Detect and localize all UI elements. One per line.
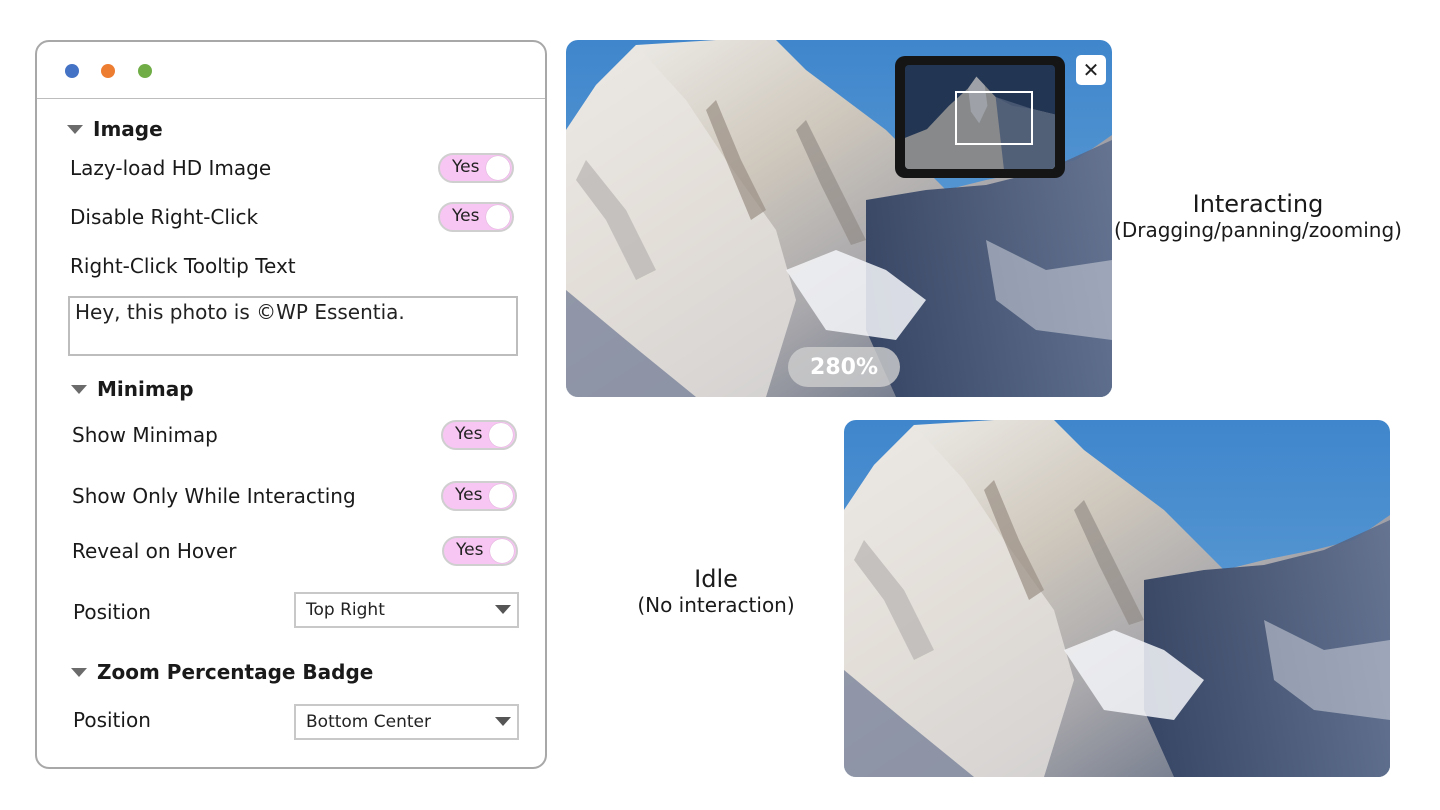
toggle-value: Yes	[455, 485, 483, 505]
window-dot-orange[interactable]	[101, 64, 115, 78]
zoom-badge-position-select[interactable]: Bottom Center	[294, 704, 519, 740]
disable-right-click-toggle[interactable]: Yes	[438, 202, 514, 232]
caption-idle-title: Idle	[694, 565, 738, 593]
toggle-knob	[489, 484, 513, 508]
toggle-value: Yes	[456, 540, 484, 560]
minimap-position-value: Top Right	[306, 600, 385, 620]
caption-interacting: Interacting (Dragging/panning/zooming)	[1110, 190, 1406, 242]
collapse-triangle-icon[interactable]	[71, 384, 87, 394]
show-only-while-interacting-label: Show Only While Interacting	[72, 484, 356, 508]
toggle-knob	[489, 423, 513, 447]
zoom-percentage-badge: 280%	[788, 347, 900, 387]
minimap[interactable]	[895, 56, 1065, 178]
mountain-photo	[844, 420, 1390, 777]
toggle-value: Yes	[452, 157, 480, 177]
show-only-while-interacting-toggle[interactable]: Yes	[441, 481, 517, 511]
caption-idle: Idle (No interaction)	[616, 565, 816, 617]
tooltip-text-label: Right-Click Tooltip Text	[70, 254, 296, 278]
minimap-viewport-rect[interactable]	[955, 91, 1033, 145]
toggle-knob	[490, 539, 514, 563]
zoom-badge-position-value: Bottom Center	[306, 712, 431, 732]
close-icon[interactable]: ✕	[1076, 55, 1106, 85]
toggle-knob	[486, 156, 510, 180]
disable-right-click-label: Disable Right-Click	[70, 205, 259, 229]
section-image-title: Image	[93, 117, 163, 141]
chevron-down-icon	[495, 605, 511, 614]
show-minimap-toggle[interactable]: Yes	[441, 420, 517, 450]
preview-idle-image[interactable]	[844, 420, 1390, 777]
minimap-position-select[interactable]: Top Right	[294, 592, 519, 628]
section-zoom-badge-header[interactable]: Zoom Percentage Badge	[71, 660, 373, 684]
caption-interacting-title: Interacting	[1192, 190, 1324, 218]
lazy-load-toggle[interactable]: Yes	[438, 153, 514, 183]
minimap-thumbnail	[905, 65, 1055, 169]
reveal-on-hover-label: Reveal on Hover	[72, 539, 237, 563]
zoom-badge-position-label: Position	[73, 708, 151, 732]
window-dot-blue[interactable]	[65, 64, 79, 78]
section-minimap-title: Minimap	[97, 377, 194, 401]
collapse-triangle-icon[interactable]	[71, 667, 87, 677]
section-zoom-badge-title: Zoom Percentage Badge	[97, 660, 374, 684]
tooltip-text-field[interactable]: Hey, this photo is ©WP Essentia.	[68, 296, 518, 356]
window-dot-green[interactable]	[138, 64, 152, 78]
toggle-value: Yes	[452, 206, 480, 226]
window-titlebar	[37, 42, 545, 99]
show-minimap-label: Show Minimap	[72, 423, 218, 447]
toggle-knob	[486, 205, 510, 229]
section-minimap-header[interactable]: Minimap	[71, 377, 194, 401]
reveal-on-hover-toggle[interactable]: Yes	[442, 536, 518, 566]
settings-panel: Image Lazy-load HD Image Yes Disable Rig…	[35, 40, 547, 769]
collapse-triangle-icon[interactable]	[67, 124, 83, 134]
chevron-down-icon	[495, 717, 511, 726]
toggle-value: Yes	[455, 424, 483, 444]
minimap-position-label: Position	[73, 600, 151, 624]
caption-idle-subtitle: (No interaction)	[637, 593, 795, 617]
section-image-header[interactable]: Image	[67, 117, 163, 141]
lazy-load-label: Lazy-load HD Image	[70, 156, 272, 180]
preview-interacting-image[interactable]: ✕ 280%	[566, 40, 1112, 397]
caption-interacting-subtitle: (Dragging/panning/zooming)	[1114, 218, 1402, 242]
